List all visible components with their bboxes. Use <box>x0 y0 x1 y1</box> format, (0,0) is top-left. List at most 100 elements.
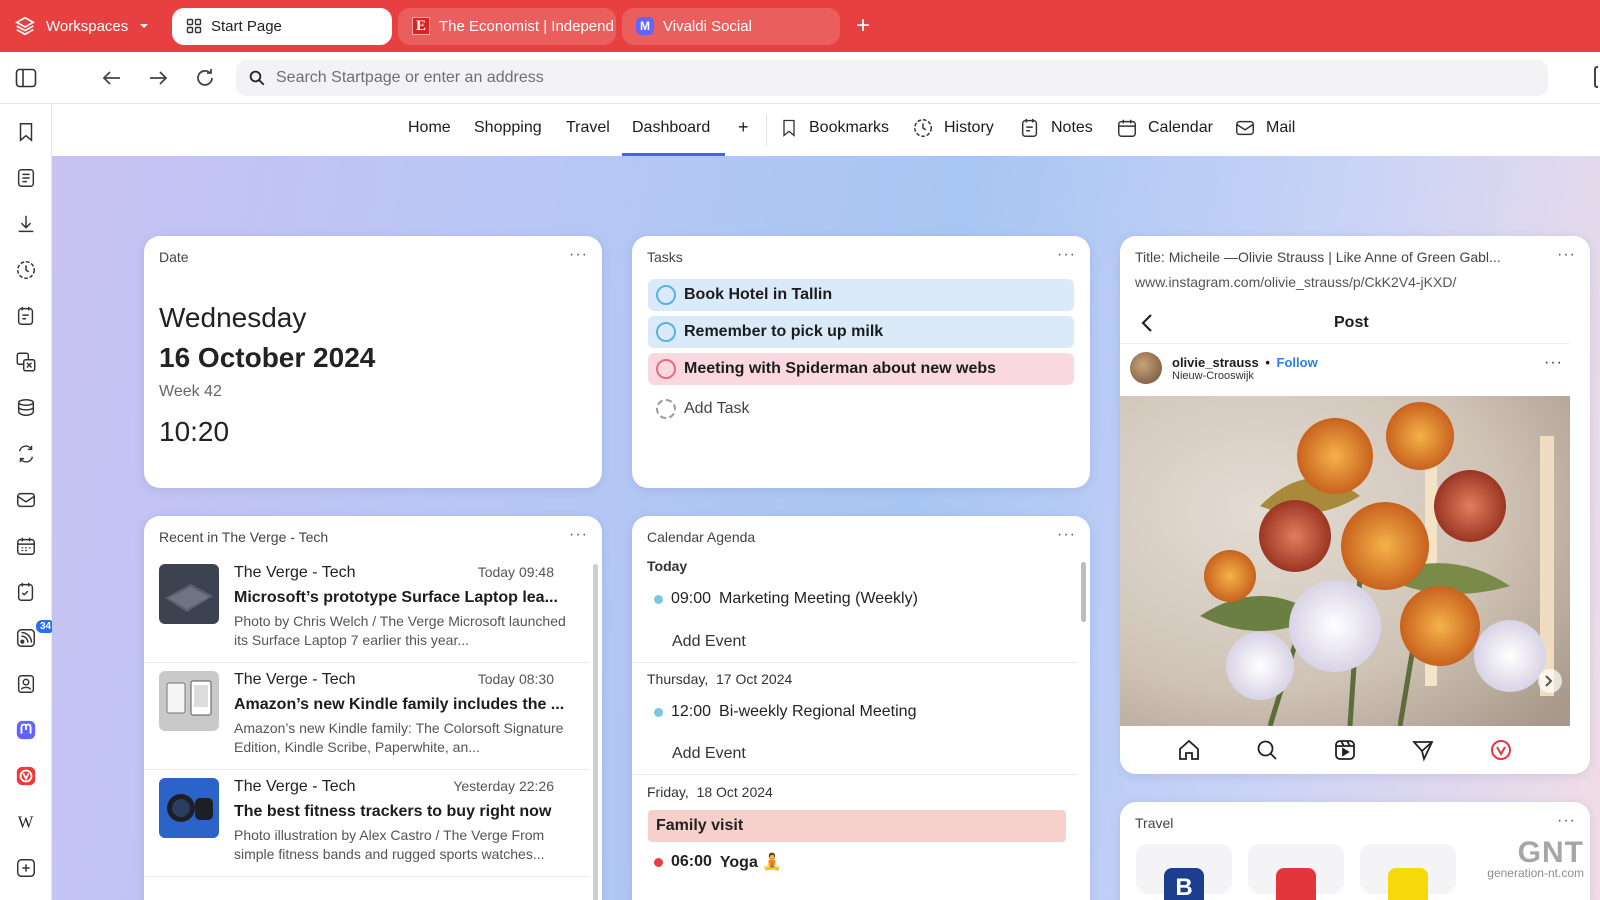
vivaldi-profile-icon[interactable] <box>1489 738 1513 762</box>
news-time: Today 09:48 <box>477 564 554 580</box>
tab-vivaldi-social[interactable]: M Vivaldi Social <box>622 7 840 45</box>
contacts-icon[interactable] <box>14 672 38 696</box>
mastodon-icon[interactable] <box>14 718 38 742</box>
downloads-icon[interactable] <box>14 212 38 236</box>
nav-history[interactable]: History <box>912 117 994 139</box>
new-tab-button[interactable]: + <box>856 14 870 38</box>
notes-icon[interactable] <box>14 304 38 328</box>
home-icon[interactable] <box>1177 738 1201 762</box>
sync-icon[interactable] <box>14 442 38 466</box>
window-panel-icon[interactable] <box>14 396 38 420</box>
username[interactable]: olivie_strauss <box>1172 355 1259 370</box>
news-headline: Microsoft’s prototype Surface Laptop lea… <box>234 589 558 606</box>
day-label: Thursday, 17 Oct 2024 <box>647 671 792 687</box>
back-chevron-icon[interactable] <box>1140 313 1154 333</box>
divider <box>632 774 1078 775</box>
back-arrow-icon[interactable] <box>100 66 124 90</box>
news-item[interactable]: The Verge - Tech Today 08:30 Amazon’s ne… <box>144 663 590 770</box>
bookmark-icon <box>783 119 795 137</box>
economist-favicon-icon: E <box>412 17 430 35</box>
nav-travel[interactable]: Travel <box>566 119 610 137</box>
more-options-icon[interactable]: ··· <box>1057 246 1076 264</box>
wikipedia-icon[interactable]: W <box>14 810 38 834</box>
nav-shopping[interactable]: Shopping <box>474 119 542 137</box>
add-web-panel-icon[interactable] <box>14 856 38 880</box>
follow-button[interactable]: Follow <box>1277 355 1318 370</box>
forward-arrow-icon[interactable] <box>146 66 170 90</box>
news-item[interactable]: The Verge - Tech Yesterday 22:26 The bes… <box>144 770 590 877</box>
nav-mail[interactable]: Mail <box>1234 117 1295 139</box>
feed-reader-icon[interactable]: 34 <box>14 618 58 650</box>
task-checkbox[interactable] <box>656 359 676 379</box>
instagram-widget: Title: Micheile —Olivie Strauss | Like A… <box>1120 236 1590 774</box>
address-input[interactable] <box>276 69 1376 87</box>
more-options-icon[interactable]: ··· <box>569 526 588 544</box>
mail-icon[interactable] <box>14 488 38 512</box>
event-time: 09:00 <box>671 590 712 607</box>
url-field[interactable] <box>236 60 1548 96</box>
post-location[interactable]: Nieuw-Crooswijk <box>1172 370 1318 382</box>
post-options-icon[interactable]: ··· <box>1544 354 1563 372</box>
calendar-event[interactable]: 12:00 Bi-weekly Regional Meeting <box>654 703 916 721</box>
task-item[interactable]: Book Hotel in Tallin <box>648 279 1074 311</box>
scrollbar[interactable] <box>593 564 598 900</box>
add-page-button[interactable]: + <box>738 117 749 138</box>
more-options-icon[interactable]: ··· <box>1057 526 1076 544</box>
reload-icon[interactable] <box>193 66 217 90</box>
reading-list-icon[interactable] <box>14 166 38 190</box>
page-url[interactable]: www.instagram.com/olivie_strauss/p/CkK2V… <box>1135 274 1456 290</box>
task-checkbox[interactable] <box>656 285 676 305</box>
event-dot <box>654 707 663 717</box>
panel-right-icon[interactable] <box>1594 66 1598 88</box>
widget-title: Travel <box>1135 815 1174 831</box>
all-day-event[interactable]: Family visit <box>648 810 1066 842</box>
watermark-logo: GNT <box>1517 836 1584 869</box>
layers-icon <box>15 16 35 36</box>
task-item[interactable]: Remember to pick up milk <box>648 316 1074 348</box>
add-task-button[interactable]: Add Task <box>656 399 750 419</box>
chevron-down-icon[interactable] <box>138 20 150 32</box>
scrollbar[interactable] <box>1081 562 1086 622</box>
search-icon[interactable] <box>1255 738 1279 762</box>
panel-toggle-icon[interactable] <box>14 66 38 90</box>
more-options-icon[interactable]: ··· <box>569 246 588 264</box>
flower-photo <box>1120 396 1570 726</box>
vivaldi-icon[interactable] <box>14 764 38 788</box>
more-options-icon[interactable]: ··· <box>1557 812 1576 830</box>
nav-calendar[interactable]: Calendar <box>1116 117 1213 139</box>
task-checkbox[interactable] <box>656 322 676 342</box>
task-label: Remember to pick up milk <box>684 323 884 340</box>
event-dot <box>654 857 663 867</box>
calendar-event[interactable]: 06:00 Yoga 🧘 <box>654 852 782 872</box>
send-icon[interactable] <box>1411 738 1435 762</box>
calendar-icon[interactable] <box>14 534 38 558</box>
translate-icon[interactable] <box>14 350 38 374</box>
task-item[interactable]: Meeting with Spiderman about new webs <box>648 353 1074 385</box>
speed-dial-airbnb[interactable] <box>1248 844 1344 900</box>
speed-dial-booking[interactable]: B <box>1136 844 1232 900</box>
news-source: The Verge - Tech <box>234 564 356 581</box>
workspaces-button[interactable]: Workspaces <box>0 15 172 37</box>
tab-economist[interactable]: E The Economist | Independ <box>398 7 616 45</box>
reels-icon[interactable] <box>1333 738 1357 762</box>
add-event-button[interactable]: Add Event <box>672 633 746 651</box>
nav-home[interactable]: Home <box>408 119 451 137</box>
history-icon[interactable] <box>14 258 38 282</box>
news-item[interactable]: The Verge - Tech Today 09:48 Microsoft’s… <box>144 556 590 663</box>
nav-bookmarks[interactable]: Bookmarks <box>779 117 889 139</box>
nav-dashboard[interactable]: Dashboard <box>632 119 710 137</box>
bookmarks-panel-icon[interactable] <box>14 120 38 144</box>
grid-icon <box>186 18 202 34</box>
nav-notes[interactable]: Notes <box>1019 117 1093 139</box>
tasks-icon[interactable] <box>14 580 38 604</box>
history-icon <box>914 119 932 137</box>
dashed-circle-icon <box>656 399 676 419</box>
add-event-button[interactable]: Add Event <box>672 745 746 763</box>
more-options-icon[interactable]: ··· <box>1557 246 1576 264</box>
calendar-event[interactable]: 09:00 Marketing Meeting (Weekly) <box>654 590 918 608</box>
news-headline: The best fitness trackers to buy right n… <box>234 803 552 820</box>
speed-dial-flights[interactable] <box>1360 844 1456 900</box>
tab-start-page[interactable]: Start Page <box>172 7 392 45</box>
avatar[interactable] <box>1130 352 1162 384</box>
tasks-widget: Tasks ··· Book Hotel in Tallin Remember … <box>632 236 1090 488</box>
